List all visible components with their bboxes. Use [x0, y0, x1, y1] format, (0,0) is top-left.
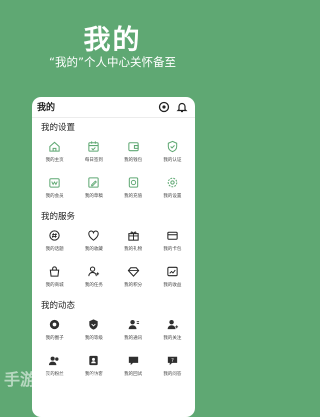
services-grid: 我的话题 我的收藏 我的礼物 我的卡包 我的商城 我的任务 我的积分 我的收益: [35, 224, 192, 296]
card-icon: [167, 231, 178, 240]
grid-item-home[interactable]: 我的主页: [35, 135, 74, 171]
grid-item-label: 我的等级: [84, 336, 103, 341]
menu-content: 我的设置 我的主页 每日签到 我的钱包 我的认证 我的会员 我的草稿 我的充值 …: [32, 118, 195, 385]
site-watermark: 手游网 9.COM: [4, 370, 117, 389]
grid-item-label: 我的关注: [163, 336, 182, 341]
bell-icon[interactable]: [176, 101, 188, 113]
grid-item-vip[interactable]: 我的会员: [35, 171, 74, 207]
grid-item-label: 我的钱包: [124, 158, 143, 163]
grid-item-recharge[interactable]: 我的充值: [114, 171, 153, 207]
gear-icon: [167, 177, 178, 188]
recharge-coin-icon: [128, 177, 138, 188]
grid-item-circle[interactable]: 我的圈子: [35, 313, 74, 349]
calendar-icon: [88, 141, 100, 152]
diamond-icon: [127, 267, 139, 277]
grid-item-label: 我的会员: [45, 194, 64, 199]
home-icon: [49, 141, 60, 152]
grid-item-drafts[interactable]: 我的草稿: [74, 171, 113, 207]
grid-item-label: 我的主页: [45, 158, 64, 163]
shield-check-icon: [167, 140, 178, 153]
grid-item-label: 我的设置: [163, 194, 182, 199]
grid-item-points[interactable]: 我的积分: [114, 260, 153, 296]
hero-title: 我的: [83, 25, 142, 56]
grid-item-label: 我的通讯: [124, 336, 143, 341]
grid-item-earnings[interactable]: 我的收益: [153, 260, 192, 296]
grid-item-level[interactable]: 我的等级: [74, 313, 113, 349]
grid-item-gifts[interactable]: 我的礼物: [114, 224, 153, 260]
hashtag-icon: [49, 230, 60, 241]
circle-group-icon: [49, 319, 60, 330]
contacts-icon: [128, 319, 139, 330]
svg-text:?: ?: [171, 358, 174, 364]
chart-icon: [167, 266, 178, 277]
question-icon: ?: [167, 356, 178, 366]
top-bar: 我的: [32, 97, 195, 118]
vip-crown-icon: [49, 178, 60, 188]
section-settings: 我的设置 我的主页 每日签到 我的钱包 我的认证 我的会员 我的草稿 我的充值 …: [32, 121, 195, 207]
grid-item-label: 我的收藏: [84, 247, 103, 252]
grid-item-label: 我的圈子: [45, 336, 64, 341]
badge-level-icon: [89, 319, 99, 330]
grid-item-label: 我的草稿: [84, 194, 103, 199]
user-follow-icon: [167, 319, 178, 330]
page-title: 我的: [37, 103, 56, 113]
section-title: 我的设置: [41, 123, 76, 133]
grid-item-label: 我的任务: [84, 283, 103, 288]
grid-item-verify[interactable]: 我的认证: [153, 135, 192, 171]
grid-item-label: 我的话题: [45, 247, 64, 252]
section-services: 我的服务 我的话题 我的收藏 我的礼物 我的卡包 我的商城 我的任务 我的积分 …: [32, 210, 195, 296]
grid-item-favorites[interactable]: 我的收藏: [74, 224, 113, 260]
gift-icon: [127, 231, 139, 241]
grid-item-settings[interactable]: 我的设置: [153, 171, 192, 207]
section-title: 我的服务: [41, 212, 76, 222]
fans-icon: [49, 356, 59, 366]
grid-item-label: 我的认证: [163, 158, 182, 163]
grid-item-label: 我的商城: [45, 283, 64, 288]
grid-item-contacts[interactable]: 我的通讯: [114, 313, 153, 349]
settings-grid: 我的主页 每日签到 我的钱包 我的认证 我的会员 我的草稿 我的充值 我的设置: [35, 135, 192, 207]
grid-item-cards[interactable]: 我的卡包: [153, 224, 192, 260]
reply-icon: [128, 356, 138, 366]
grid-item-label: 我的充值: [124, 194, 143, 199]
section-title: 我的动态: [41, 301, 76, 311]
grid-item-wallet[interactable]: 我的钱包: [114, 135, 153, 171]
grid-item-label: 我的收益: [163, 283, 182, 288]
draft-edit-icon: [88, 177, 100, 188]
grid-item-label: 我的积分: [124, 283, 143, 288]
grid-item-label: 我的卡包: [163, 247, 182, 252]
visitor-icon: [89, 355, 99, 366]
grid-item-topics[interactable]: 我的话题: [35, 224, 74, 260]
user-task-icon: [88, 266, 100, 277]
settings-icon[interactable]: [158, 101, 170, 113]
grid-item-label: 每日签到: [84, 158, 103, 163]
grid-item-checkin[interactable]: 每日签到: [74, 135, 113, 171]
wallet-icon: [127, 142, 139, 152]
grid-item-label: 我的礼物: [124, 247, 143, 252]
hero-subtitle: “我的”个人中心关怀备至: [49, 55, 176, 69]
grid-item-following[interactable]: 我的关注: [153, 313, 192, 349]
grid-item-tasks[interactable]: 我的任务: [74, 260, 113, 296]
heart-icon: [88, 230, 100, 241]
grid-item-mall[interactable]: 我的商城: [35, 260, 74, 296]
shop-icon: [49, 266, 60, 277]
